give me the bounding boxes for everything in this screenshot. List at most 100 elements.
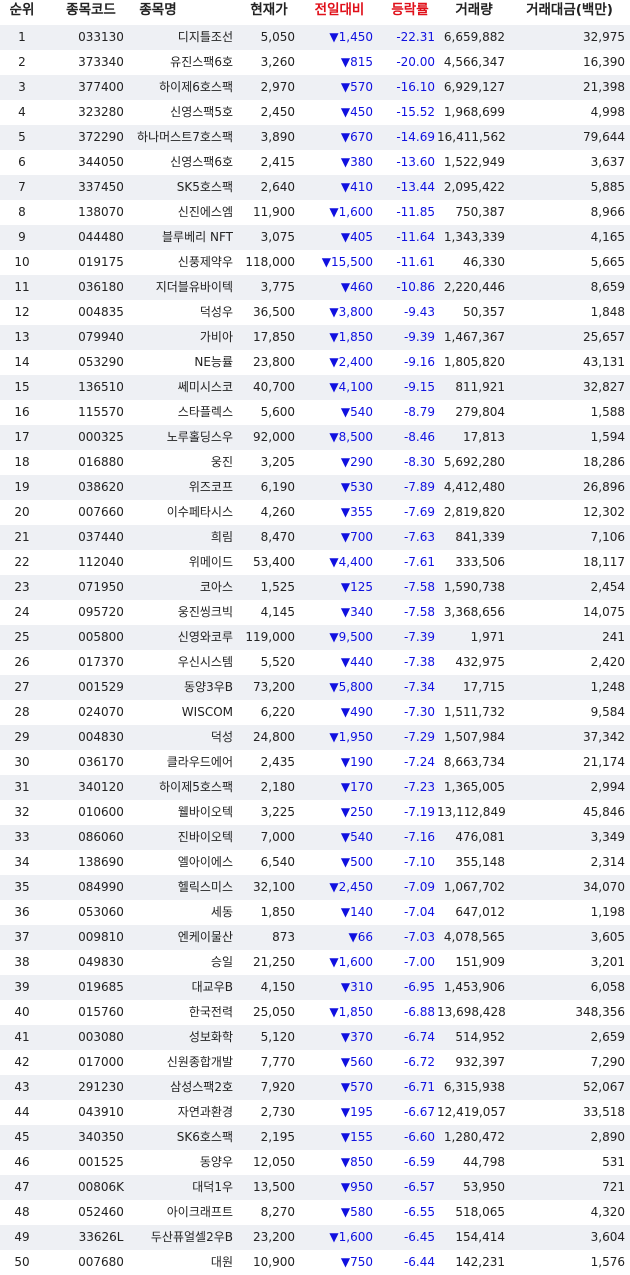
table-row[interactable]: 46 001525 동양우 12,050 ▼850 -6.59 44,798 531 — [0, 1150, 630, 1175]
table-row[interactable]: 43 291230 삼성스팩2호 7,920 ▼570 -6.71 6,315,938 52,… — [0, 1075, 630, 1100]
header-rate[interactable]: 등락률 — [380, 0, 440, 21]
header-change[interactable]: 전일대비 — [302, 0, 377, 21]
stock-name-link[interactable]: 삼성스팩2호 — [122, 1075, 233, 1100]
stock-name-link[interactable]: 하이제6호스팩 — [122, 75, 233, 100]
table-row[interactable]: 7 337450 SK5호스팩 2,640 ▼410 -13.44 2,095,422 5,8… — [0, 175, 630, 200]
stock-name-link[interactable]: 하나머스트7호스팩 — [122, 125, 233, 150]
table-row[interactable]: 40 015760 한국전력 25,050 ▼1,850 -6.88 13,698,428 3… — [0, 1000, 630, 1025]
stock-name-link[interactable]: 희림 — [122, 525, 233, 550]
table-row[interactable]: 13 079940 가비아 17,850 ▼1,850 -9.39 1,467,367 25,… — [0, 325, 630, 350]
stock-name-link[interactable]: 유진스팩6호 — [122, 50, 233, 75]
stock-name-link[interactable]: 가비아 — [122, 325, 233, 350]
table-row[interactable]: 28 024070 WISCOM 6,220 ▼490 -7.30 1,511,732 9,5… — [0, 700, 630, 725]
stock-name-link[interactable]: 블루베리 NFT — [122, 225, 233, 250]
table-row[interactable]: 33 086060 진바이오텍 7,000 ▼540 -7.16 476,081 3,349 — [0, 825, 630, 850]
stock-name-link[interactable]: SK6호스팩 — [122, 1125, 233, 1150]
table-row[interactable]: 10 019175 신풍제약우 118,000 ▼15,500 -11.61 46,330 5… — [0, 250, 630, 275]
stock-name-link[interactable]: 성보화학 — [122, 1025, 233, 1050]
stock-name-link[interactable]: 웅진씽크빅 — [122, 600, 233, 625]
stock-name-link[interactable]: 위즈코프 — [122, 475, 233, 500]
header-amount[interactable]: 거래대금(백만) — [512, 0, 627, 21]
table-row[interactable]: 24 095720 웅진씽크빅 4,145 ▼340 -7.58 3,368,656 14,0… — [0, 600, 630, 625]
stock-name-link[interactable]: 신영와코루 — [122, 625, 233, 650]
table-row[interactable]: 22 112040 위메이드 53,400 ▼4,400 -7.61 333,506 18,1… — [0, 550, 630, 575]
stock-name-link[interactable]: 신원종합개발 — [122, 1050, 233, 1075]
stock-name-link[interactable]: 이수페타시스 — [122, 500, 233, 525]
table-row[interactable]: 18 016880 웅진 3,205 ▼290 -8.30 5,692,280 18,286 — [0, 450, 630, 475]
stock-name-link[interactable]: 신풍제약우 — [122, 250, 233, 275]
table-row[interactable]: 12 004835 덕성우 36,500 ▼3,800 -9.43 50,357 1,848 — [0, 300, 630, 325]
header-code[interactable]: 종목코드 — [52, 0, 130, 21]
table-row[interactable]: 39 019685 대교우B 4,150 ▼310 -6.95 1,453,906 6,058 — [0, 975, 630, 1000]
table-row[interactable]: 47 00806K 대덕1우 13,500 ▼950 -6.57 53,950 721 — [0, 1175, 630, 1200]
stock-name-link[interactable]: 진바이오텍 — [122, 825, 233, 850]
stock-name-link[interactable]: 대원 — [122, 1250, 233, 1275]
table-row[interactable]: 30 036170 클라우드에어 2,435 ▼190 -7.24 8,663,734 21,… — [0, 750, 630, 775]
stock-name-link[interactable]: 웅진 — [122, 450, 233, 475]
stock-name-link[interactable]: 노루홀딩스우 — [122, 425, 233, 450]
stock-name-link[interactable]: 디지틀조선 — [122, 25, 233, 50]
table-row[interactable]: 41 003080 성보화학 5,120 ▼370 -6.74 514,952 2,659 — [0, 1025, 630, 1050]
stock-name-link[interactable]: 한국전력 — [122, 1000, 233, 1025]
stock-name-link[interactable]: 세동 — [122, 900, 233, 925]
table-row[interactable]: 26 017370 우신시스템 5,520 ▼440 -7.38 432,975 2,420 — [0, 650, 630, 675]
table-row[interactable]: 8 138070 신진에스엠 11,900 ▼1,600 -11.85 750,387 8,9… — [0, 200, 630, 225]
table-row[interactable]: 31 340120 하이제5호스팩 2,180 ▼170 -7.23 1,365,005 2,… — [0, 775, 630, 800]
table-row[interactable]: 29 004830 덕성 24,800 ▼1,950 -7.29 1,507,984 37,3… — [0, 725, 630, 750]
header-rank[interactable]: 순위 — [0, 0, 44, 21]
table-row[interactable]: 1 033130 디지틀조선 5,050 ▼1,450 -22.31 6,659,882 32… — [0, 25, 630, 50]
stock-name-link[interactable]: SK5호스팩 — [122, 175, 233, 200]
table-row[interactable]: 34 138690 엘아이에스 6,540 ▼500 -7.10 355,148 2,314 — [0, 850, 630, 875]
stock-name-link[interactable]: 신진에스엠 — [122, 200, 233, 225]
stock-name-link[interactable]: 엔케이물산 — [122, 925, 233, 950]
stock-name-link[interactable]: 대교우B — [122, 975, 233, 1000]
stock-name-link[interactable]: 동양우 — [122, 1150, 233, 1175]
stock-name-link[interactable]: 위메이드 — [122, 550, 233, 575]
stock-name-link[interactable]: 아이크래프트 — [122, 1200, 233, 1225]
table-row[interactable]: 16 115570 스타플렉스 5,600 ▼540 -8.79 279,804 1,588 — [0, 400, 630, 425]
table-row[interactable]: 37 009810 엔케이물산 873 ▼66 -7.03 4,078,565 3,605 — [0, 925, 630, 950]
table-row[interactable]: 11 036180 지더블유바이텍 3,775 ▼460 -10.86 2,220,446 8… — [0, 275, 630, 300]
table-row[interactable]: 19 038620 위즈코프 6,190 ▼530 -7.89 4,412,480 26,89… — [0, 475, 630, 500]
table-row[interactable]: 48 052460 아이크래프트 8,270 ▼580 -6.55 518,065 4,320 — [0, 1200, 630, 1225]
stock-name-link[interactable]: 헬릭스미스 — [122, 875, 233, 900]
table-row[interactable]: 50 007680 대원 10,900 ▼750 -6.44 142,231 1,576 — [0, 1250, 630, 1275]
table-row[interactable]: 6 344050 신영스팩6호 2,415 ▼380 -13.60 1,522,949 3,6… — [0, 150, 630, 175]
stock-name-link[interactable]: NE능률 — [122, 350, 233, 375]
stock-name-link[interactable]: 신영스팩5호 — [122, 100, 233, 125]
table-row[interactable]: 49 33626L 두산퓨얼셀2우B 23,200 ▼1,600 -6.45 154,414… — [0, 1225, 630, 1250]
table-row[interactable]: 23 071950 코아스 1,525 ▼125 -7.58 1,590,738 2,454 — [0, 575, 630, 600]
table-row[interactable]: 17 000325 노루홀딩스우 92,000 ▼8,500 -8.46 17,813 1,5… — [0, 425, 630, 450]
stock-name-link[interactable]: 지더블유바이텍 — [122, 275, 233, 300]
stock-name-link[interactable]: 클라우드에어 — [122, 750, 233, 775]
table-row[interactable]: 42 017000 신원종합개발 7,770 ▼560 -6.72 932,397 7,290 — [0, 1050, 630, 1075]
stock-name-link[interactable]: 하이제5호스팩 — [122, 775, 233, 800]
table-row[interactable]: 20 007660 이수페타시스 4,260 ▼355 -7.69 2,819,820 12,… — [0, 500, 630, 525]
stock-name-link[interactable]: 덕성 — [122, 725, 233, 750]
table-row[interactable]: 25 005800 신영와코루 119,000 ▼9,500 -7.39 1,971 241 — [0, 625, 630, 650]
stock-name-link[interactable]: 자연과환경 — [122, 1100, 233, 1125]
table-row[interactable]: 35 084990 헬릭스미스 32,100 ▼2,450 -7.09 1,067,702 3… — [0, 875, 630, 900]
stock-name-link[interactable]: 대덕1우 — [122, 1175, 233, 1200]
table-row[interactable]: 36 053060 세동 1,850 ▼140 -7.04 647,012 1,198 — [0, 900, 630, 925]
stock-name-link[interactable]: 웰바이오텍 — [122, 800, 233, 825]
stock-name-link[interactable]: 코아스 — [122, 575, 233, 600]
table-row[interactable]: 14 053290 NE능률 23,800 ▼2,400 -9.16 1,805,820 43… — [0, 350, 630, 375]
stock-name-link[interactable]: 두산퓨얼셀2우B — [122, 1225, 233, 1250]
stock-name-link[interactable]: 동양3우B — [122, 675, 233, 700]
stock-name-link[interactable]: 스타플렉스 — [122, 400, 233, 425]
table-row[interactable]: 27 001529 동양3우B 73,200 ▼5,800 -7.34 17,715 1,24… — [0, 675, 630, 700]
table-row[interactable]: 32 010600 웰바이오텍 3,225 ▼250 -7.19 13,112,849 45,… — [0, 800, 630, 825]
stock-name-link[interactable]: WISCOM — [122, 700, 233, 725]
table-row[interactable]: 21 037440 희림 8,470 ▼700 -7.63 841,339 7,106 — [0, 525, 630, 550]
header-price[interactable]: 현재가 — [243, 0, 295, 21]
header-volume[interactable]: 거래량 — [440, 0, 508, 21]
stock-name-link[interactable]: 쎄미시스코 — [122, 375, 233, 400]
table-row[interactable]: 2 373340 유진스팩6호 3,260 ▼815 -20.00 4,566,347 16,… — [0, 50, 630, 75]
table-row[interactable]: 9 044480 블루베리 NFT 3,075 ▼405 -11.64 1,343,339 4… — [0, 225, 630, 250]
stock-name-link[interactable]: 우신시스템 — [122, 650, 233, 675]
table-row[interactable]: 45 340350 SK6호스팩 2,195 ▼155 -6.60 1,280,472 2,8… — [0, 1125, 630, 1150]
table-row[interactable]: 3 377400 하이제6호스팩 2,970 ▼570 -16.10 6,929,127 21… — [0, 75, 630, 100]
table-row[interactable]: 44 043910 자연과환경 2,730 ▼195 -6.67 12,419,057 33,… — [0, 1100, 630, 1125]
stock-name-link[interactable]: 엘아이에스 — [122, 850, 233, 875]
